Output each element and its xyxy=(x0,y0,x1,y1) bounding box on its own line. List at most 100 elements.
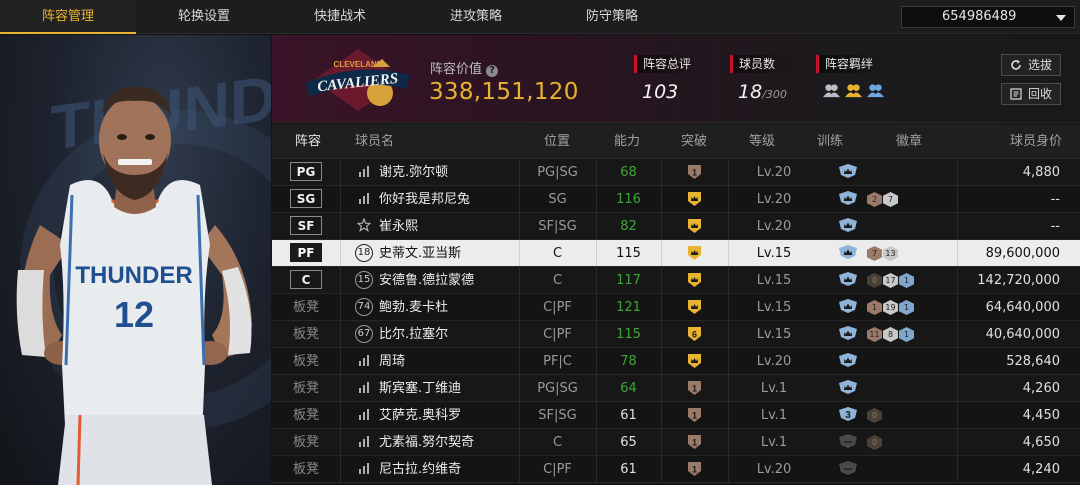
lineup-slot[interactable]: C xyxy=(272,267,340,294)
breakthrough-icon[interactable] xyxy=(686,244,703,261)
breakthrough-icon[interactable] xyxy=(686,352,703,369)
star-icon xyxy=(356,217,372,232)
player-name[interactable]: 你好我是邦尼兔 xyxy=(379,186,519,213)
tab-rotation-settings[interactable]: 轮换设置 xyxy=(136,0,272,34)
help-icon[interactable]: ? xyxy=(486,65,499,77)
lineup-slot[interactable]: 板凳 xyxy=(272,456,340,483)
player-name[interactable]: 周琦 xyxy=(379,348,519,375)
training-icon[interactable] xyxy=(838,190,858,206)
breakthrough-icon[interactable]: 1 xyxy=(686,379,703,396)
col-training[interactable]: 训练 xyxy=(817,124,843,159)
breakthrough-icon[interactable] xyxy=(686,217,703,234)
training-icon[interactable] xyxy=(838,298,858,314)
col-position[interactable]: 位置 xyxy=(544,124,570,159)
table-row[interactable]: C 15 安德鲁.德拉蒙德 C 117 Lv.15 0 17 1 142,720,000 xyxy=(272,267,1080,294)
col-breakthrough[interactable]: 突破 xyxy=(681,124,707,159)
badge-icon[interactable]: 7 xyxy=(867,246,882,261)
table-row[interactable]: 板凳 67 比尔.拉塞尔 C|PF 115 6 Lv.15 11 8 1 40,640,000 xyxy=(272,321,1080,348)
lineup-slot[interactable]: PG xyxy=(272,159,340,186)
lineup-slot[interactable]: 板凳 xyxy=(272,348,340,375)
breakthrough-icon[interactable]: 1 xyxy=(686,433,703,450)
player-name[interactable]: 史蒂文.亚当斯 xyxy=(379,240,519,267)
badge-icon[interactable]: 13 xyxy=(883,246,898,261)
col-player-value[interactable]: 球员身价 xyxy=(1010,124,1062,159)
lineup-slot[interactable]: SG xyxy=(272,186,340,213)
player-positions: C xyxy=(552,435,563,450)
col-lineup[interactable]: 阵容 xyxy=(295,124,321,159)
badge-icon[interactable]: 0 xyxy=(867,435,882,450)
table-row[interactable]: SG 你好我是邦尼兔 SG 116 Lv.20 2 7 -- xyxy=(272,186,1080,213)
table-row[interactable]: 板凳 尼古拉.约维奇 C|PF 61 1 Lv.20 4,240 xyxy=(272,456,1080,483)
col-badges[interactable]: 徽章 xyxy=(896,124,922,159)
table-row[interactable]: 板凳 艾萨克.奥科罗 SF|SG 61 1 Lv.1 3 0 4,450 xyxy=(272,402,1080,429)
chemistry-group-icon[interactable] xyxy=(866,81,885,100)
breakthrough-icon[interactable]: 1 xyxy=(686,163,703,180)
lineup-slot[interactable]: 板凳 xyxy=(272,402,340,429)
recycle-button[interactable]: 回收 xyxy=(1001,83,1061,105)
badge-icon[interactable]: 1 xyxy=(867,300,882,315)
breakthrough-icon[interactable] xyxy=(686,298,703,315)
lineup-slot[interactable]: 板凳 xyxy=(272,294,340,321)
lineup-slot[interactable]: SF xyxy=(272,213,340,240)
col-player-name[interactable]: 球员名 xyxy=(355,124,394,159)
badge-icon[interactable]: 1 xyxy=(899,327,914,342)
player-name[interactable]: 谢克.弥尔顿 xyxy=(379,159,519,186)
table-row[interactable]: 板凳 周琦 PF|C 78 Lv.20 528,640 xyxy=(272,348,1080,375)
breakthrough-icon[interactable] xyxy=(686,271,703,288)
training-icon[interactable] xyxy=(838,244,858,260)
player-name[interactable]: 崔永熙 xyxy=(379,213,519,240)
training-icon[interactable] xyxy=(838,325,858,341)
player-name[interactable]: 安德鲁.德拉蒙德 xyxy=(379,267,519,294)
player-name[interactable]: 斯宾塞.丁维迪 xyxy=(379,375,519,402)
tab-offense-strategy[interactable]: 进攻策略 xyxy=(408,0,544,34)
stat-chemistry-label: 阵容羁绊 xyxy=(816,55,888,73)
breakthrough-icon[interactable] xyxy=(686,190,703,207)
badge-icon[interactable]: 1 xyxy=(899,273,914,288)
table-row[interactable]: SF 崔永熙 SF|SG 82 Lv.20 -- xyxy=(272,213,1080,240)
col-level[interactable]: 等级 xyxy=(749,124,775,159)
player-name[interactable]: 艾萨克.奥科罗 xyxy=(379,402,519,429)
player-name[interactable]: 鲍勃.麦卡杜 xyxy=(379,294,519,321)
badge-icon[interactable]: 19 xyxy=(883,300,898,315)
table-row[interactable]: PG 谢克.弥尔顿 PG|SG 68 1 Lv.20 4,880 xyxy=(272,159,1080,186)
training-icon[interactable] xyxy=(838,352,858,368)
lineup-slot[interactable]: PF xyxy=(272,240,340,267)
player-name[interactable]: 尤素福.努尔契奇 xyxy=(379,429,519,456)
chemistry-group-icon[interactable] xyxy=(822,81,841,100)
training-icon[interactable] xyxy=(838,271,858,287)
badge-icon[interactable]: 1 xyxy=(899,300,914,315)
badge-icon[interactable]: 11 xyxy=(867,327,882,342)
badge-icon[interactable]: 0 xyxy=(867,408,882,423)
training-icon[interactable] xyxy=(838,217,858,233)
table-row[interactable]: 板凳 74 鲍勃.麦卡杜 C|PF 121 Lv.15 1 19 1 64,640,000 xyxy=(272,294,1080,321)
table-row[interactable]: PF 18 史蒂文.亚当斯 C 115 Lv.15 7 13 89,600,000 xyxy=(272,240,1080,267)
player-name[interactable]: 尼古拉.约维奇 xyxy=(379,456,519,483)
select-button[interactable]: 选拔 xyxy=(1001,54,1061,76)
breakthrough-icon[interactable]: 1 xyxy=(686,406,703,423)
training-icon[interactable] xyxy=(838,163,858,179)
breakthrough-icon[interactable]: 1 xyxy=(686,460,703,477)
tab-quick-tactics[interactable]: 快捷战术 xyxy=(272,0,408,34)
training-icon[interactable]: 3 xyxy=(838,406,858,422)
lineup-slot[interactable]: 板凳 xyxy=(272,429,340,456)
badge-icon[interactable]: 0 xyxy=(867,273,882,288)
badge-icon[interactable]: 8 xyxy=(883,327,898,342)
badge-icon[interactable]: 17 xyxy=(883,273,898,288)
badge-icon[interactable]: 7 xyxy=(883,192,898,207)
chemistry-group-icon[interactable] xyxy=(844,81,863,100)
account-dropdown[interactable]: 654986489 xyxy=(901,6,1075,28)
player-name[interactable]: 比尔.拉塞尔 xyxy=(379,321,519,348)
breakthrough-icon[interactable]: 6 xyxy=(686,325,703,342)
lineup-slot[interactable]: 板凳 xyxy=(272,375,340,402)
training-icon[interactable] xyxy=(838,460,858,476)
tab-defense-strategy[interactable]: 防守策略 xyxy=(544,0,680,34)
training-icon[interactable] xyxy=(838,433,858,449)
lineup-slot[interactable]: 板凳 xyxy=(272,321,340,348)
badge-icon[interactable]: 2 xyxy=(867,192,882,207)
training-icon[interactable] xyxy=(838,379,858,395)
table-row[interactable]: 板凳 斯宾塞.丁维迪 PG|SG 64 1 Lv.1 4,260 xyxy=(272,375,1080,402)
tab-roster-management[interactable]: 阵容管理 xyxy=(0,0,136,34)
col-ability[interactable]: 能力 xyxy=(614,124,640,159)
logo-subtext: CLEVELAND xyxy=(334,60,383,69)
table-row[interactable]: 板凳 尤素福.努尔契奇 C 65 1 Lv.1 0 4,650 xyxy=(272,429,1080,456)
